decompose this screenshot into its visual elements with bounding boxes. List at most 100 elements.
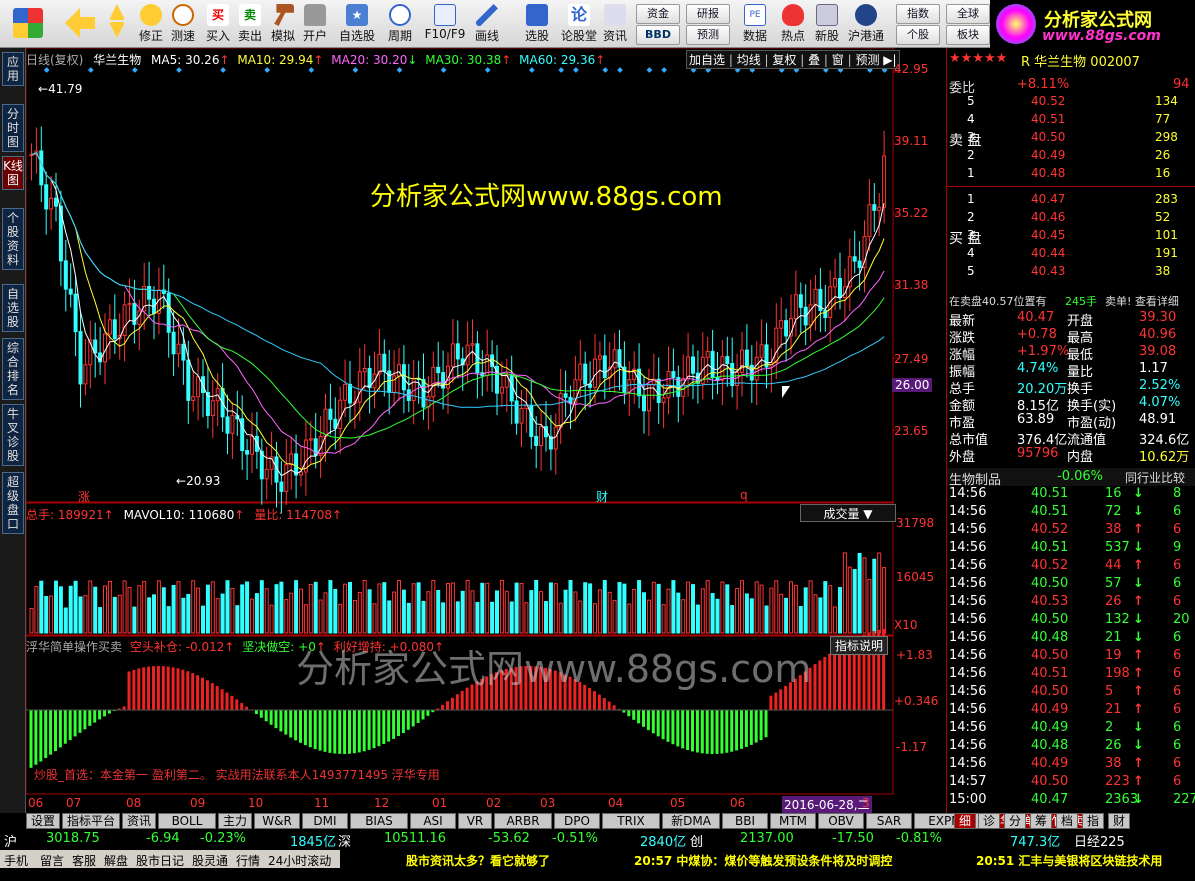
indicator-tab[interactable]: 资讯 <box>122 813 156 829</box>
tab-diagnosis[interactable]: 牛叉诊股 <box>2 404 24 466</box>
news-ticker-1[interactable]: 股市资讯太多？看它就够了 <box>406 852 550 869</box>
tab-stock-info[interactable]: 个股资料 <box>2 208 24 270</box>
back-button[interactable] <box>62 2 98 46</box>
indicator-tab[interactable]: BBI <box>722 813 768 829</box>
forecast-button[interactable]: 预测 <box>686 25 730 45</box>
buy-button[interactable]: 买买入 <box>204 2 232 46</box>
nav-arrows[interactable] <box>104 2 130 46</box>
ipo-button[interactable]: 新股 <box>812 2 842 46</box>
period-button[interactable]: 周期 <box>380 2 420 46</box>
forum-button[interactable]: 论论股堂 <box>560 2 598 46</box>
indicator-tab[interactable]: BIAS <box>350 813 408 829</box>
status-service[interactable]: 客服 <box>72 852 96 869</box>
stock-screener-button[interactable]: 选股 <box>516 2 558 46</box>
tick-list[interactable]: 14:56 40.51 16 8 ↓ 14:56 40.51 72 6 ↓ 14:56 40.52 38… <box>947 486 1195 810</box>
status-24h[interactable]: 24小时滚动 <box>268 852 331 869</box>
tick-cell: 6 <box>1173 594 1182 609</box>
add-watchlist-button[interactable]: 加自选 <box>689 53 725 67</box>
hk-connect-icon <box>855 4 877 26</box>
indicator-tab[interactable]: ARBR <box>494 813 552 829</box>
research-button[interactable]: 研报 <box>686 4 730 24</box>
indicator-tab[interactable]: SAR <box>866 813 912 829</box>
news-button[interactable]: 资讯 <box>600 2 630 46</box>
up-arrow-icon[interactable] <box>109 4 125 20</box>
chart-area[interactable]: 日线(复权) 华兰生物 MA5: 30.26↑ MA10: 29.94↑ MA2… <box>26 48 946 813</box>
simulate-button[interactable]: 模拟 <box>268 2 298 46</box>
bbd-button[interactable]: BBD <box>636 25 680 45</box>
index-button[interactable]: 指数 <box>896 4 940 24</box>
event-mark-q[interactable]: q <box>740 488 748 502</box>
stock-button[interactable]: 个股 <box>896 25 940 45</box>
adjust-button[interactable]: 复权 <box>772 53 796 67</box>
indicator-tab[interactable]: 指标平台 <box>62 813 120 829</box>
candle-body <box>245 450 250 455</box>
tab-split[interactable]: 分 <box>1004 813 1026 829</box>
volume-bar <box>642 592 646 634</box>
stat-cell: 39.08 <box>1139 344 1177 359</box>
status-gulingtong[interactable]: 股灵通 <box>192 852 228 869</box>
watchlist-button[interactable]: ★ 自选股 <box>336 2 378 46</box>
open-account-button[interactable]: 开户 <box>300 2 330 46</box>
pending-label: 在卖盘40.57位置有 <box>949 295 1047 308</box>
sell-qty: 77 <box>1155 112 1171 126</box>
app-menu-button[interactable] <box>8 2 48 46</box>
logo-url: www.88gs.com <box>1042 28 1161 44</box>
speedtest-button[interactable]: 测速 <box>168 2 198 46</box>
refresh-button[interactable]: 修正 <box>136 2 166 46</box>
indicator-tab[interactable]: ASI <box>410 813 456 829</box>
indicator-tab[interactable]: W&R <box>254 813 300 829</box>
status-message[interactable]: 留言 <box>40 852 64 869</box>
forecast-toggle-button[interactable]: 预测 <box>855 53 879 67</box>
indicator-help-button[interactable]: 指标说明 <box>830 636 889 655</box>
industry-compare-button[interactable]: 同行业比较 <box>1125 469 1185 486</box>
hotspot-button[interactable]: 热点 <box>776 2 810 46</box>
tab-diag[interactable]: 诊 <box>978 813 1000 829</box>
f10-button[interactable]: F10/F9 <box>424 2 466 46</box>
tab-detail[interactable]: 细 <box>954 813 976 829</box>
overlay-button[interactable]: 叠 <box>808 53 820 67</box>
event-mark-zhang[interactable]: 涨 <box>78 488 90 505</box>
news-ticker-3[interactable]: 20:51 汇丰与美银将区块链技术用 <box>976 852 1186 869</box>
tab-chips[interactable]: 筹 <box>1030 813 1052 829</box>
data-button[interactable]: PE 数据 <box>738 2 772 46</box>
indicator-tab[interactable]: 设置 <box>26 813 60 829</box>
indicator-tab[interactable]: TRIX <box>602 813 660 829</box>
news-ticker-2[interactable]: 20:57 中煤协：煤价等触发预设条件将及时调控 <box>634 852 892 869</box>
down-arrow-icon[interactable] <box>109 22 125 38</box>
tab-intraday[interactable]: 分时图 <box>2 104 24 152</box>
global-button[interactable]: 全球 <box>946 4 990 24</box>
hk-connect-button[interactable]: 沪港通 <box>846 2 886 46</box>
tab-finance[interactable]: 财 <box>1108 813 1130 829</box>
status-mobile[interactable]: 手机 <box>4 852 28 869</box>
tab-apps[interactable]: 应用 <box>2 52 24 86</box>
indicator-tab[interactable]: DMI <box>302 813 348 829</box>
indicator-tab[interactable]: 主力 <box>218 813 252 829</box>
up-arrow-icon: ↑ <box>1133 666 1144 681</box>
draw-line-button[interactable]: 画线 <box>468 2 506 46</box>
tab-super-panel[interactable]: 超级盘口 <box>2 472 24 534</box>
status-market[interactable]: 行情 <box>236 852 260 869</box>
volume-dropdown[interactable]: 成交量 ▼ <box>800 504 896 522</box>
indicator-tab[interactable]: VR <box>458 813 492 829</box>
tab-ranking[interactable]: 综合排名 <box>2 338 24 400</box>
tab-kline[interactable]: K线图 <box>2 156 24 190</box>
sector-button[interactable]: 板块 <box>946 25 990 45</box>
window-button[interactable]: 窗 <box>832 53 844 67</box>
funds-button[interactable]: 资金 <box>636 4 680 24</box>
sell-button[interactable]: 卖卖出 <box>236 2 264 46</box>
event-mark-finance[interactable]: 财 <box>596 488 608 505</box>
pending-link[interactable]: 卖单! 查看详细 <box>1105 293 1179 309</box>
tab-file[interactable]: 档 <box>1056 813 1078 829</box>
indicator-tab[interactable]: MTM <box>770 813 816 829</box>
indicator-tab[interactable]: DPO <box>554 813 600 829</box>
indicator-tab[interactable]: OBV <box>818 813 864 829</box>
index-bar[interactable]: 沪 3018.75 -6.94 -0.23% 1845亿 深 10511.16 … <box>0 831 1195 850</box>
status-diary[interactable]: 股市日记 <box>136 852 184 869</box>
kline-chart-svg[interactable] <box>26 48 946 813</box>
tab-index[interactable]: 指 <box>1082 813 1104 829</box>
indicator-tab[interactable]: BOLL <box>158 813 216 829</box>
indicator-tab[interactable]: 新DMA <box>662 813 720 829</box>
ma-button[interactable]: 均线 <box>737 53 761 67</box>
tab-watchlist[interactable]: 自选股 <box>2 284 24 332</box>
status-analysis[interactable]: 解盘 <box>104 852 128 869</box>
